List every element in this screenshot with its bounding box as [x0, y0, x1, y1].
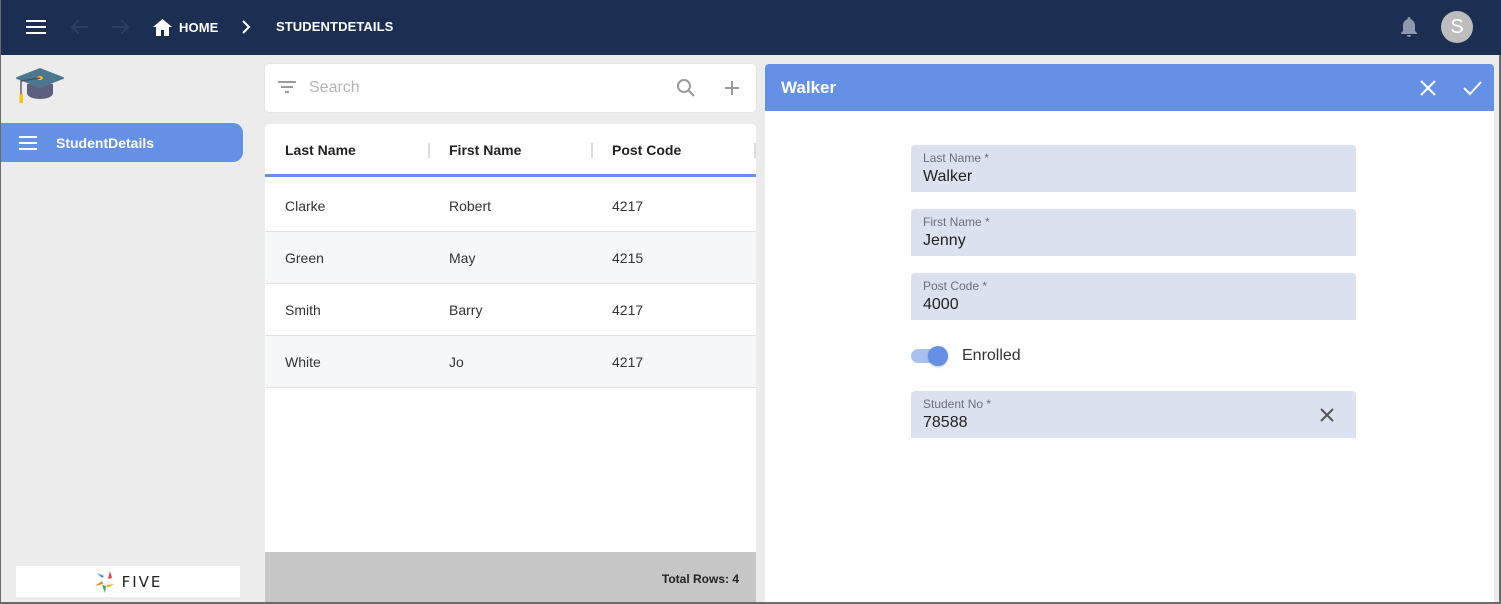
add-icon[interactable] [722, 78, 742, 98]
search-icon[interactable] [675, 77, 697, 99]
enrolled-label: Enrolled [962, 347, 1021, 364]
cell-last-name: Green [285, 250, 324, 266]
search-bar [265, 64, 756, 112]
cell-post-code: 4215 [612, 250, 644, 266]
chevron-right-icon [242, 20, 251, 34]
cell-last-name: White [285, 354, 321, 370]
record-form: Walker Last Name * Walker First Name * J… [765, 64, 1494, 602]
table-footer: Total Rows: 4 [265, 552, 756, 602]
cell-post-code: 4217 [612, 354, 644, 370]
column-header-first-name[interactable]: First Name [449, 142, 521, 158]
filter-icon[interactable] [278, 80, 296, 94]
five-logo: FIVE [16, 566, 240, 597]
column-divider[interactable] [591, 143, 593, 158]
five-logo-icon [94, 570, 114, 593]
cell-post-code: 4217 [612, 302, 644, 318]
total-rows: Total Rows: 4 [661, 572, 739, 586]
cell-last-name: Smith [285, 302, 321, 318]
breadcrumb-home-label: HOME [179, 19, 219, 35]
notifications-button[interactable] [1397, 15, 1421, 39]
table-header: Last Name First Name Post Code [265, 124, 756, 177]
field-label: Last Name * [923, 151, 990, 165]
first-name-field[interactable]: First Name * Jenny [911, 209, 1356, 256]
toggle-thumb [928, 346, 948, 366]
column-divider[interactable] [428, 143, 430, 158]
graduation-cap-icon [16, 68, 64, 103]
cell-first-name: Robert [449, 198, 492, 214]
field-value: Jenny [923, 232, 966, 249]
avatar[interactable]: S [1441, 11, 1473, 43]
home-icon [153, 18, 172, 36]
student-no-field[interactable]: Student No * 78588 [911, 391, 1356, 438]
menu-button[interactable] [25, 17, 47, 37]
top-bar: HOME STUDENTDETAILS S [1, 0, 1501, 55]
form-header: Walker [765, 64, 1494, 111]
sidebar-item-studentdetails[interactable]: StudentDetails [1, 123, 243, 162]
field-value: 78588 [923, 414, 968, 431]
sidebar-item-label: StudentDetails [56, 134, 155, 151]
clear-icon[interactable] [1318, 406, 1336, 424]
post-code-field[interactable]: Post Code * 4000 [911, 273, 1356, 320]
table-row[interactable]: White Jo 4217 [265, 336, 756, 388]
close-icon[interactable] [1417, 77, 1439, 99]
back-button[interactable] [69, 16, 91, 38]
student-table: Last Name First Name Post Code Clarke Ro… [265, 124, 756, 602]
menu-icon [19, 135, 37, 150]
arrow-back-icon [70, 19, 88, 35]
cell-first-name: Jo [449, 354, 464, 370]
column-header-last-name[interactable]: Last Name [285, 142, 356, 158]
field-label: First Name * [923, 215, 990, 229]
table-row[interactable]: Smith Barry 4217 [265, 284, 756, 336]
five-brand-text: FIVE [121, 572, 163, 591]
field-value: 4000 [923, 296, 959, 313]
cell-last-name: Clarke [285, 198, 326, 214]
search-input[interactable] [309, 76, 659, 100]
cell-first-name: May [449, 250, 476, 266]
enrolled-toggle[interactable] [911, 346, 949, 366]
last-name-field[interactable]: Last Name * Walker [911, 145, 1356, 192]
table-row[interactable]: Clarke Robert 4217 [265, 180, 756, 232]
cell-first-name: Barry [449, 302, 483, 318]
form-title: Walker [781, 78, 837, 97]
field-value: Walker [923, 168, 973, 185]
field-label: Post Code * [923, 279, 988, 293]
column-divider[interactable] [754, 143, 756, 158]
sidebar: StudentDetails FIVE [1, 55, 254, 602]
arrow-forward-icon [112, 19, 130, 35]
column-header-post-code[interactable]: Post Code [612, 142, 681, 158]
forward-button[interactable] [109, 16, 131, 38]
menu-icon [26, 20, 46, 34]
cell-post-code: 4217 [612, 198, 644, 214]
breadcrumb-home[interactable]: HOME [153, 17, 218, 37]
bell-icon [1401, 17, 1417, 37]
table-row[interactable]: Green May 4215 [265, 232, 756, 284]
field-label: Student No * [923, 397, 992, 411]
breadcrumb-current[interactable]: STUDENTDETAILS [276, 19, 393, 34]
check-icon[interactable] [1461, 77, 1483, 99]
